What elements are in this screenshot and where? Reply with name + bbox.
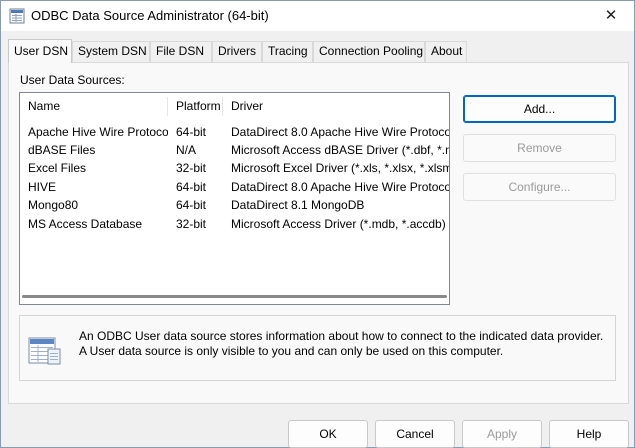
row-name: Excel Files	[28, 161, 87, 175]
row-driver: DataDirect 8.0 Apache Hive Wire Protocol	[231, 125, 450, 139]
tab-file-dsn[interactable]: File DSN	[150, 41, 212, 62]
apply-button[interactable]: Apply	[462, 420, 542, 448]
row-platform: 32-bit	[176, 217, 207, 231]
user-data-sources-label: User Data Sources:	[20, 73, 125, 87]
row-driver: Microsoft Excel Driver (*.xls, *.xlsx, *…	[231, 161, 450, 175]
horizontal-scrollbar[interactable]	[22, 295, 447, 298]
row-platform: N/A	[176, 143, 197, 157]
row-platform: 32-bit	[176, 161, 207, 175]
row-name: Mongo80	[28, 198, 79, 212]
row-driver: DataDirect 8.0 Apache Hive Wire Protocol	[231, 180, 450, 194]
row-driver: Microsoft Access dBASE Driver (*.dbf, *.…	[231, 143, 450, 157]
help-button[interactable]: Help	[549, 420, 629, 448]
row-name: HIVE	[28, 180, 57, 194]
configure-button[interactable]: Configure...	[463, 173, 616, 201]
tab-connection-pooling[interactable]: Connection Pooling	[313, 41, 425, 62]
column-header-name[interactable]: Name	[20, 93, 167, 120]
ok-button[interactable]: OK	[288, 420, 368, 448]
window-title: ODBC Data Source Administrator (64-bit)	[31, 8, 269, 23]
row-platform: 64-bit	[176, 180, 207, 194]
tab-tracing[interactable]: Tracing	[262, 41, 313, 62]
list-item[interactable]: dBASE Files N/A Microsoft Access dBASE D…	[20, 141, 449, 160]
odbc-app-icon	[9, 8, 25, 24]
add-button[interactable]: Add...	[463, 95, 616, 123]
list-item[interactable]: MS Access Database 32-bit Microsoft Acce…	[20, 215, 449, 234]
close-button[interactable]: ✕	[588, 1, 634, 31]
list-item[interactable]: Apache Hive Wire Protocol 64-bit DataDir…	[20, 123, 449, 142]
row-driver: Microsoft Access Driver (*.mdb, *.accdb)	[231, 217, 446, 231]
list-item[interactable]: HIVE 64-bit DataDirect 8.0 Apache Hive W…	[20, 178, 449, 197]
info-description: An ODBC User data source stores informat…	[79, 329, 604, 358]
data-source-icon	[28, 337, 61, 365]
title-bar[interactable]: ODBC Data Source Administrator (64-bit) …	[1, 1, 634, 31]
tab-drivers[interactable]: Drivers	[212, 41, 262, 62]
row-driver: DataDirect 8.1 MongoDB	[231, 198, 365, 212]
row-name: dBASE Files	[28, 143, 96, 157]
column-header-platform[interactable]: Platform	[168, 93, 222, 120]
list-item[interactable]: Excel Files 32-bit Microsoft Excel Drive…	[20, 159, 449, 178]
list-header: Name Platform Driver	[20, 93, 449, 120]
data-sources-list[interactable]: Name Platform Driver Apache Hive Wire Pr…	[19, 92, 450, 305]
list-item[interactable]: Mongo80 64-bit DataDirect 8.1 MongoDB	[20, 196, 449, 215]
tab-system-dsn[interactable]: System DSN	[72, 41, 150, 62]
cancel-button[interactable]: Cancel	[375, 420, 455, 448]
row-platform: 64-bit	[176, 125, 207, 139]
close-icon: ✕	[604, 7, 618, 24]
odbc-window: ODBC Data Source Administrator (64-bit) …	[0, 0, 635, 448]
tab-about[interactable]: About	[425, 41, 467, 62]
row-platform: 64-bit	[176, 198, 207, 212]
tab-user-dsn[interactable]: User DSN	[8, 39, 72, 63]
column-header-driver[interactable]: Driver	[223, 93, 449, 120]
row-name: MS Access Database	[28, 217, 143, 231]
row-name: Apache Hive Wire Protocol	[28, 125, 168, 139]
remove-button[interactable]: Remove	[463, 134, 616, 162]
